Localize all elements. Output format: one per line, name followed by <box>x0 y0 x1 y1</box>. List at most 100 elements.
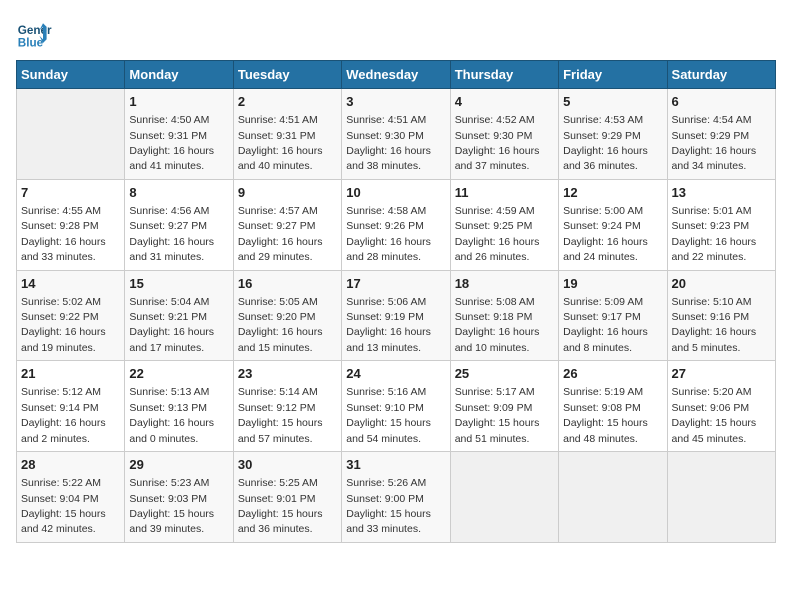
day-number: 2 <box>238 93 337 111</box>
calendar-cell: 25 Sunrise: 5:17 AM Sunset: 9:09 PM Dayli… <box>450 361 558 452</box>
cell-info: Sunrise: 5:20 AM Sunset: 9:06 PM Dayligh… <box>672 386 757 444</box>
day-number: 6 <box>672 93 771 111</box>
day-number: 26 <box>563 365 662 383</box>
cell-info: Sunrise: 5:26 AM Sunset: 9:00 PM Dayligh… <box>346 477 431 535</box>
day-header-monday: Monday <box>125 61 233 89</box>
calendar-cell: 6Sunrise: 4:54 AM Sunset: 9:29 PM Daylig… <box>667 89 775 180</box>
calendar-cell: 18 Sunrise: 5:08 AM Sunset: 9:18 PM Dayli… <box>450 270 558 361</box>
day-header-saturday: Saturday <box>667 61 775 89</box>
calendar-cell: 13 Sunrise: 5:01 AM Sunset: 9:23 PM Dayli… <box>667 179 775 270</box>
day-number: 13 <box>672 184 771 202</box>
calendar-cell: 2 Sunrise: 4:51 AM Sunset: 9:31 PM Daylig… <box>233 89 341 180</box>
day-number: 30 <box>238 456 337 474</box>
cell-info: Sunrise: 5:01 AM Sunset: 9:23 PM Dayligh… <box>672 205 757 263</box>
calendar-cell: 12 Sunrise: 5:00 AM Sunset: 9:24 PM Dayli… <box>559 179 667 270</box>
cell-info: Sunrise: 4:51 AM Sunset: 9:30 PM Dayligh… <box>346 114 431 172</box>
calendar-cell: 20 Sunrise: 5:10 AM Sunset: 9:16 PM Dayli… <box>667 270 775 361</box>
day-number: 29 <box>129 456 228 474</box>
day-number: 8 <box>129 184 228 202</box>
calendar-week-4: 21 Sunrise: 5:12 AM Sunset: 9:14 PM Dayli… <box>17 361 776 452</box>
cell-info: Sunrise: 5:13 AM Sunset: 9:13 PM Dayligh… <box>129 386 214 444</box>
calendar-cell: 30Sunrise: 5:25 AM Sunset: 9:01 PM Dayli… <box>233 452 341 543</box>
calendar-cell <box>450 452 558 543</box>
day-number: 17 <box>346 275 445 293</box>
cell-info: Sunrise: 5:10 AM Sunset: 9:16 PM Dayligh… <box>672 296 757 354</box>
day-number: 14 <box>21 275 120 293</box>
day-number: 10 <box>346 184 445 202</box>
day-number: 18 <box>455 275 554 293</box>
cell-info: Sunrise: 5:04 AM Sunset: 9:21 PM Dayligh… <box>129 296 214 354</box>
calendar-cell: 29 Sunrise: 5:23 AM Sunset: 9:03 PM Dayli… <box>125 452 233 543</box>
logo: General Blue <box>16 16 52 52</box>
cell-info: Sunrise: 4:50 AM Sunset: 9:31 PM Dayligh… <box>129 114 214 172</box>
cell-info: Sunrise: 5:23 AM Sunset: 9:03 PM Dayligh… <box>129 477 214 535</box>
calendar-header-row: SundayMondayTuesdayWednesdayThursdayFrid… <box>17 61 776 89</box>
calendar-cell: 1 Sunrise: 4:50 AM Sunset: 9:31 PM Daylig… <box>125 89 233 180</box>
page-header: General Blue <box>16 16 776 52</box>
calendar-cell <box>667 452 775 543</box>
day-number: 19 <box>563 275 662 293</box>
day-number: 27 <box>672 365 771 383</box>
cell-info: Sunrise: 5:22 AM Sunset: 9:04 PM Dayligh… <box>21 477 106 535</box>
calendar-cell: 19 Sunrise: 5:09 AM Sunset: 9:17 PM Dayli… <box>559 270 667 361</box>
calendar-cell: 15 Sunrise: 5:04 AM Sunset: 9:21 PM Dayli… <box>125 270 233 361</box>
calendar-cell <box>17 89 125 180</box>
cell-info: Sunrise: 4:57 AM Sunset: 9:27 PM Dayligh… <box>238 205 323 263</box>
day-number: 15 <box>129 275 228 293</box>
calendar-cell: 5 Sunrise: 4:53 AM Sunset: 9:29 PM Daylig… <box>559 89 667 180</box>
calendar-cell <box>559 452 667 543</box>
day-number: 25 <box>455 365 554 383</box>
day-number: 31 <box>346 456 445 474</box>
cell-info: Sunrise: 4:55 AM Sunset: 9:28 PM Dayligh… <box>21 205 106 263</box>
calendar-cell: 24Sunrise: 5:16 AM Sunset: 9:10 PM Dayli… <box>342 361 450 452</box>
cell-info: Sunrise: 5:06 AM Sunset: 9:19 PM Dayligh… <box>346 296 431 354</box>
day-number: 12 <box>563 184 662 202</box>
calendar-cell: 8Sunrise: 4:56 AM Sunset: 9:27 PM Daylig… <box>125 179 233 270</box>
day-number: 7 <box>21 184 120 202</box>
day-number: 21 <box>21 365 120 383</box>
cell-info: Sunrise: 5:02 AM Sunset: 9:22 PM Dayligh… <box>21 296 106 354</box>
cell-info: Sunrise: 5:19 AM Sunset: 9:08 PM Dayligh… <box>563 386 648 444</box>
calendar-cell: 31 Sunrise: 5:26 AM Sunset: 9:00 PM Dayli… <box>342 452 450 543</box>
logo-icon: General Blue <box>16 16 52 52</box>
cell-info: Sunrise: 5:00 AM Sunset: 9:24 PM Dayligh… <box>563 205 648 263</box>
day-header-sunday: Sunday <box>17 61 125 89</box>
calendar-cell: 16 Sunrise: 5:05 AM Sunset: 9:20 PM Dayli… <box>233 270 341 361</box>
day-number: 3 <box>346 93 445 111</box>
calendar-cell: 10Sunrise: 4:58 AM Sunset: 9:26 PM Dayli… <box>342 179 450 270</box>
cell-info: Sunrise: 4:53 AM Sunset: 9:29 PM Dayligh… <box>563 114 648 172</box>
cell-info: Sunrise: 4:59 AM Sunset: 9:25 PM Dayligh… <box>455 205 540 263</box>
day-header-wednesday: Wednesday <box>342 61 450 89</box>
day-header-friday: Friday <box>559 61 667 89</box>
day-number: 22 <box>129 365 228 383</box>
calendar-cell: 22 Sunrise: 5:13 AM Sunset: 9:13 PM Dayli… <box>125 361 233 452</box>
cell-info: Sunrise: 4:51 AM Sunset: 9:31 PM Dayligh… <box>238 114 323 172</box>
day-number: 11 <box>455 184 554 202</box>
cell-info: Sunrise: 5:12 AM Sunset: 9:14 PM Dayligh… <box>21 386 106 444</box>
calendar-week-5: 28 Sunrise: 5:22 AM Sunset: 9:04 PM Dayli… <box>17 452 776 543</box>
svg-text:General: General <box>18 24 52 37</box>
calendar-week-1: 1 Sunrise: 4:50 AM Sunset: 9:31 PM Daylig… <box>17 89 776 180</box>
calendar-week-2: 7 Sunrise: 4:55 AM Sunset: 9:28 PM Daylig… <box>17 179 776 270</box>
cell-info: Sunrise: 5:09 AM Sunset: 9:17 PM Dayligh… <box>563 296 648 354</box>
cell-info: Sunrise: 5:05 AM Sunset: 9:20 PM Dayligh… <box>238 296 323 354</box>
calendar-cell: 14 Sunrise: 5:02 AM Sunset: 9:22 PM Dayli… <box>17 270 125 361</box>
day-number: 20 <box>672 275 771 293</box>
calendar-table: SundayMondayTuesdayWednesdayThursdayFrid… <box>16 60 776 543</box>
svg-text:Blue: Blue <box>18 37 44 50</box>
day-number: 23 <box>238 365 337 383</box>
day-number: 28 <box>21 456 120 474</box>
calendar-cell: 21 Sunrise: 5:12 AM Sunset: 9:14 PM Dayli… <box>17 361 125 452</box>
calendar-cell: 3 Sunrise: 4:51 AM Sunset: 9:30 PM Daylig… <box>342 89 450 180</box>
day-number: 16 <box>238 275 337 293</box>
day-number: 4 <box>455 93 554 111</box>
cell-info: Sunrise: 5:08 AM Sunset: 9:18 PM Dayligh… <box>455 296 540 354</box>
day-number: 9 <box>238 184 337 202</box>
cell-info: Sunrise: 5:17 AM Sunset: 9:09 PM Dayligh… <box>455 386 540 444</box>
day-number: 5 <box>563 93 662 111</box>
calendar-week-3: 14 Sunrise: 5:02 AM Sunset: 9:22 PM Dayli… <box>17 270 776 361</box>
calendar-cell: 28 Sunrise: 5:22 AM Sunset: 9:04 PM Dayli… <box>17 452 125 543</box>
day-number: 1 <box>129 93 228 111</box>
day-header-tuesday: Tuesday <box>233 61 341 89</box>
calendar-cell: 4Sunrise: 4:52 AM Sunset: 9:30 PM Daylig… <box>450 89 558 180</box>
